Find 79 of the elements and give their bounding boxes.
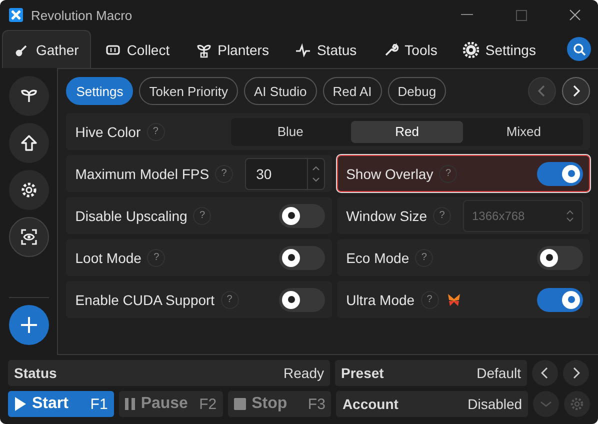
gear-icon <box>463 42 480 58</box>
help-badge[interactable]: ? <box>193 206 212 224</box>
chevron-down-icon <box>540 400 552 408</box>
gear-icon <box>570 397 584 411</box>
play-icon <box>14 397 26 411</box>
sidebar-button[interactable] <box>8 123 49 163</box>
help-badge[interactable]: ? <box>420 290 439 308</box>
sidebar-button[interactable] <box>8 76 49 116</box>
chevron-right-icon <box>572 85 580 97</box>
nav-tab[interactable]: Tools <box>370 30 450 68</box>
subtab-chip[interactable]: Settings <box>66 77 134 105</box>
sprout-icon <box>20 87 38 105</box>
help-badge[interactable]: ? <box>146 122 165 140</box>
app-logo-icon <box>9 8 23 22</box>
subtab-chip[interactable]: Token Priority <box>139 77 238 105</box>
chevron-right-icon <box>572 367 580 379</box>
nav-tab[interactable]: Settings <box>451 30 548 68</box>
nav-tab[interactable]: Gather <box>2 30 91 68</box>
close-icon <box>569 9 581 21</box>
wrench-icon <box>382 42 399 58</box>
eye-scan-icon <box>20 228 38 246</box>
setting-label: Maximum Model FPS <box>75 166 210 182</box>
setting-label: Show Overlay <box>346 166 434 182</box>
help-badge[interactable]: ? <box>220 290 239 308</box>
upload-arrow-icon <box>20 134 38 152</box>
nav-tab[interactable]: Status <box>282 30 369 68</box>
subtab-chip[interactable]: AI Studio <box>244 77 317 105</box>
setting-label: Enable CUDA Support <box>75 292 215 308</box>
subtab-chip[interactable]: Debug <box>388 77 446 105</box>
help-badge[interactable]: ? <box>415 248 434 266</box>
toggle-switch[interactable] <box>537 288 583 312</box>
status-value: Ready <box>284 365 324 381</box>
setting-label: Ultra Mode <box>346 292 415 308</box>
setting-label: Hive Color <box>75 124 141 140</box>
plus-icon <box>20 316 38 334</box>
account-label: Account <box>342 396 398 412</box>
sidebar-button[interactable] <box>8 217 49 257</box>
minimize-icon <box>461 14 473 16</box>
maximize-icon <box>516 10 526 20</box>
nav-tab[interactable]: Planters <box>184 30 281 68</box>
toggle-switch[interactable] <box>279 246 326 270</box>
toggle-switch[interactable] <box>537 162 583 186</box>
setting-label: Eco Mode <box>346 250 410 266</box>
nav-tab[interactable]: Collect <box>92 30 182 68</box>
help-badge[interactable]: ? <box>439 164 458 182</box>
search-icon <box>572 42 586 56</box>
search-button[interactable] <box>567 37 591 61</box>
account-value: Disabled <box>468 396 522 412</box>
toggle-switch[interactable] <box>537 246 583 270</box>
updown-chevron-icon <box>566 208 574 222</box>
setting-label: Disable Upscaling <box>75 208 188 224</box>
next-preset-button[interactable] <box>563 360 589 386</box>
pause-icon <box>124 398 135 410</box>
next-button[interactable] <box>562 77 590 105</box>
sidebar-button[interactable] <box>8 170 49 210</box>
subtab-chip[interactable]: Red AI <box>322 77 382 105</box>
stop-icon <box>234 398 246 410</box>
spinner-arrows-icon[interactable] <box>312 164 320 184</box>
start-button[interactable]: Start F1 <box>8 391 114 417</box>
gear-icon <box>20 181 38 199</box>
segment-option[interactable]: Mixed <box>467 120 580 142</box>
segment-option[interactable]: Red <box>350 120 464 142</box>
preset-value: Default <box>476 365 521 381</box>
pulse-icon <box>294 42 311 58</box>
number-field[interactable]: 30 <box>245 158 326 190</box>
toggle-switch[interactable] <box>279 204 326 228</box>
previous-preset-button[interactable] <box>532 360 558 386</box>
window-title: Revolution Macro <box>31 8 134 22</box>
help-badge[interactable]: ? <box>215 164 234 182</box>
chevron-left-icon <box>538 85 546 97</box>
setting-label: Window Size <box>346 208 427 224</box>
status-label: Status <box>14 365 57 381</box>
preset-label: Preset <box>341 365 384 381</box>
setting-label: Loot Mode <box>75 250 142 266</box>
add-button[interactable] <box>8 305 49 345</box>
toggle-switch[interactable] <box>279 288 326 312</box>
help-badge[interactable]: ? <box>147 248 166 266</box>
chevron-left-icon <box>541 367 549 379</box>
segment-option[interactable]: Blue <box>234 120 347 142</box>
